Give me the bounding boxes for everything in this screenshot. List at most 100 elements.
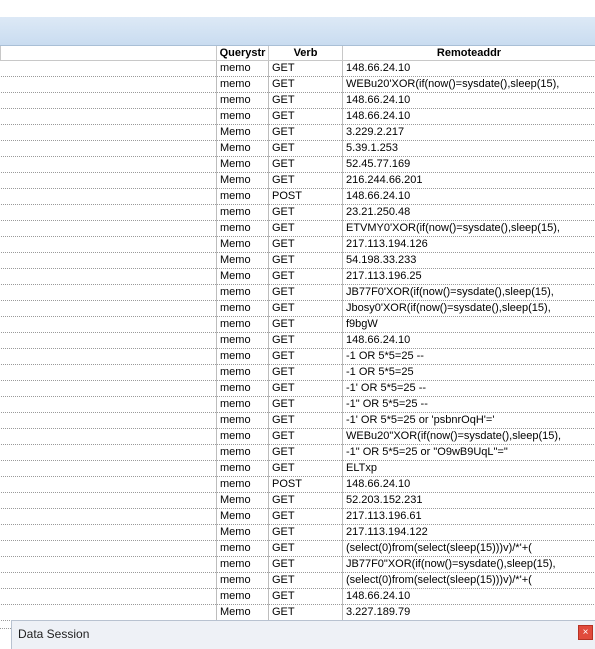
row-blank-cell (1, 509, 217, 525)
remoteaddr-cell: 217.113.194.126 (343, 237, 595, 253)
verb-cell: GET (269, 365, 343, 381)
verb-cell: GET (269, 173, 343, 189)
querystr-cell: Memo (217, 525, 269, 541)
remoteaddr-cell: -1" OR 5*5=25 or "O9wB9UqL"=" (343, 445, 595, 461)
querystr-cell: memo (217, 189, 269, 205)
table-row[interactable]: MemoGET52.45.77.169 (1, 157, 595, 173)
row-blank-cell (1, 477, 217, 493)
table-row[interactable]: memoGETJbosy0'XOR(if(now()=sysdate(),sle… (1, 301, 595, 317)
verb-cell: GET (269, 589, 343, 605)
verb-cell: GET (269, 573, 343, 589)
table-row[interactable]: memoGET-1 OR 5*5=25 (1, 365, 595, 381)
table-row[interactable]: memoGETJB77F0"XOR(if(now()=sysdate(),sle… (1, 557, 595, 573)
remoteaddr-cell: 217.113.194.122 (343, 525, 595, 541)
verb-cell: GET (269, 269, 343, 285)
row-blank-cell (1, 109, 217, 125)
querystr-cell: memo (217, 413, 269, 429)
table-row[interactable]: MemoGET3.227.189.79 (1, 605, 595, 621)
table-row[interactable]: memoGET23.21.250.48 (1, 205, 595, 221)
table-row[interactable]: memoGET-1' OR 5*5=25 or 'psbnrOqH'=' (1, 413, 595, 429)
row-blank-cell (1, 61, 217, 77)
table-row[interactable]: MemoGET52.203.152.231 (1, 493, 595, 509)
data-session-panel: Data Session × (11, 620, 595, 649)
remoteaddr-cell: 52.45.77.169 (343, 157, 595, 173)
table-row[interactable]: memoGET148.66.24.10 (1, 333, 595, 349)
table-row[interactable]: memoGET148.66.24.10 (1, 93, 595, 109)
table-row[interactable]: MemoGET217.113.196.25 (1, 269, 595, 285)
verb-cell: GET (269, 557, 343, 573)
column-header-remoteaddr[interactable]: Remoteaddr (343, 46, 595, 61)
row-blank-cell (1, 349, 217, 365)
table-row[interactable]: memoGET148.66.24.10 (1, 109, 595, 125)
row-blank-cell (1, 221, 217, 237)
table-row[interactable]: MemoGET216.244.66.201 (1, 173, 595, 189)
row-blank-cell (1, 461, 217, 477)
row-blank-cell (1, 125, 217, 141)
row-blank-cell (1, 269, 217, 285)
verb-cell: GET (269, 445, 343, 461)
table-row[interactable]: memoGET-1" OR 5*5=25 or "O9wB9UqL"=" (1, 445, 595, 461)
verb-cell: GET (269, 141, 343, 157)
row-blank-cell (1, 141, 217, 157)
column-header-querystr[interactable]: Querystr (217, 46, 269, 61)
row-blank-cell (1, 605, 217, 621)
row-blank-cell (1, 413, 217, 429)
row-blank-cell (1, 573, 217, 589)
remoteaddr-cell: 148.66.24.10 (343, 589, 595, 605)
table-row[interactable]: MemoGET5.39.1.253 (1, 141, 595, 157)
row-blank-cell (1, 285, 217, 301)
row-blank-cell (1, 381, 217, 397)
row-blank-cell (1, 317, 217, 333)
remoteaddr-cell: ETVMY0'XOR(if(now()=sysdate(),sleep(15), (343, 221, 595, 237)
table-row[interactable]: memoGET-1' OR 5*5=25 -- (1, 381, 595, 397)
table-row[interactable]: MemoGET3.229.2.217 (1, 125, 595, 141)
querystr-cell: memo (217, 541, 269, 557)
table-row[interactable]: memoGETWEBu20"XOR(if(now()=sysdate(),sle… (1, 429, 595, 445)
table-row[interactable]: memoGETWEBu20'XOR(if(now()=sysdate(),sle… (1, 77, 595, 93)
table-row[interactable]: memoGET148.66.24.10 (1, 589, 595, 605)
table-row[interactable]: MemoGET217.113.194.126 (1, 237, 595, 253)
table-row[interactable]: memoGET(select(0)from(select(sleep(15)))… (1, 541, 595, 557)
remoteaddr-cell: -1' OR 5*5=25 or 'psbnrOqH'=' (343, 413, 595, 429)
table-row[interactable]: memoGETf9bgW (1, 317, 595, 333)
table-row[interactable]: memoGETELTxp (1, 461, 595, 477)
table-row[interactable]: memoGET-1" OR 5*5=25 -- (1, 397, 595, 413)
column-header-blank[interactable] (1, 46, 217, 61)
verb-cell: POST (269, 477, 343, 493)
table-row[interactable]: memoGET148.66.24.10 (1, 61, 595, 77)
row-blank-cell (1, 397, 217, 413)
querystr-cell: memo (217, 365, 269, 381)
close-icon[interactable]: × (578, 625, 593, 640)
table-row[interactable]: MemoGET217.113.196.61 (1, 509, 595, 525)
table-row[interactable]: memoPOST148.66.24.10 (1, 477, 595, 493)
table-row[interactable]: memoGET(select(0)from(select(sleep(15)))… (1, 573, 595, 589)
row-blank-cell (1, 237, 217, 253)
querystr-cell: memo (217, 285, 269, 301)
verb-cell: GET (269, 285, 343, 301)
remoteaddr-cell: -1" OR 5*5=25 -- (343, 397, 595, 413)
remoteaddr-cell: JB77F0"XOR(if(now()=sysdate(),sleep(15), (343, 557, 595, 573)
table-row[interactable]: memoPOST148.66.24.10 (1, 189, 595, 205)
column-header-verb[interactable]: Verb (269, 46, 343, 61)
querystr-cell: Memo (217, 493, 269, 509)
verb-cell: GET (269, 301, 343, 317)
table-row[interactable]: memoGETETVMY0'XOR(if(now()=sysdate(),sle… (1, 221, 595, 237)
row-blank-cell (1, 301, 217, 317)
querystr-cell: Memo (217, 173, 269, 189)
remoteaddr-cell: 23.21.250.48 (343, 205, 595, 221)
querystr-cell: memo (217, 93, 269, 109)
verb-cell: GET (269, 333, 343, 349)
querystr-cell: memo (217, 333, 269, 349)
remoteaddr-cell: -1 OR 5*5=25 (343, 365, 595, 381)
toolbar (0, 17, 595, 46)
table-row[interactable]: MemoGET217.113.194.122 (1, 525, 595, 541)
table-row[interactable]: memoGETJB77F0'XOR(if(now()=sysdate(),sle… (1, 285, 595, 301)
querystr-cell: memo (217, 317, 269, 333)
verb-cell: GET (269, 93, 343, 109)
table-row[interactable]: MemoGET54.198.33.233 (1, 253, 595, 269)
verb-cell: GET (269, 541, 343, 557)
row-blank-cell (1, 365, 217, 381)
remoteaddr-cell: 148.66.24.10 (343, 189, 595, 205)
verb-cell: GET (269, 253, 343, 269)
table-row[interactable]: memoGET-1 OR 5*5=25 -- (1, 349, 595, 365)
